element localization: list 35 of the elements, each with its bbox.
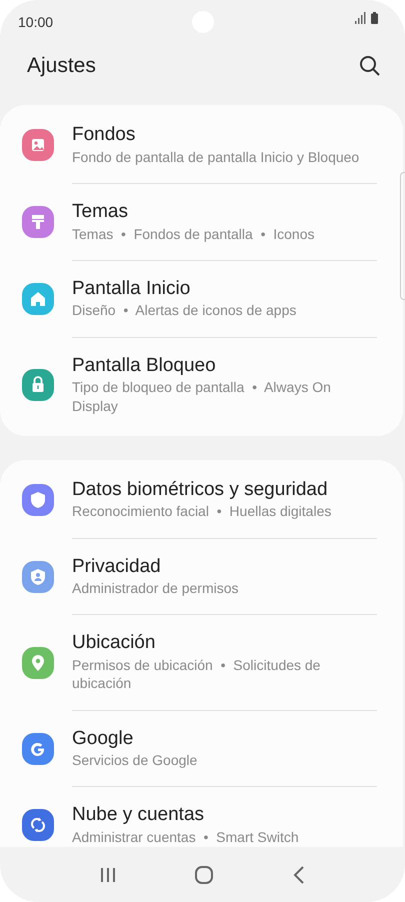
time-text: 10:00 [18, 13, 54, 32]
item-subtitle: Administrador de permisos [72, 579, 240, 598]
item-title: Datos biométricos y seguridad [72, 478, 329, 502]
settings-item[interactable]: Fondos Fondo de pantalla de pantalla Inicio y Bloqueo [0, 107, 403, 184]
item-title: Nube y cuentas [72, 803, 206, 828]
recent-apps-icon[interactable] [98, 866, 117, 884]
page-title: Ajustes [27, 53, 96, 80]
item-subtitle: Servicios de Google [72, 751, 198, 770]
item-subtitle: Reconocimiento facial • Huellas digitales [72, 502, 332, 521]
item-title: Privacidad [72, 554, 162, 579]
item-title: Pantalla Bloqueo [72, 354, 217, 378]
item-subtitle: Fondo de pantalla de pantalla Inicio y Bloqueo [72, 148, 360, 166]
settings-item[interactable]: Pantalla Inicio Diseño • Alertas de iconos de apps [0, 260, 403, 338]
item-subtitle: Administrar cuentas • Smart Switch [72, 828, 300, 846]
battery-icon [371, 12, 378, 24]
settings-item[interactable]: Temas Temas • Fondos de pantalla • Iconos [0, 184, 403, 261]
item-subtitle: Permisos de ubicación • Solicitudes de ubicación [72, 656, 322, 692]
item-title: Fondos [72, 123, 136, 147]
home-button-icon[interactable] [194, 864, 214, 884]
settings-item[interactable]: Datos biométricos y seguridad Reconocimiento facial • Huellas digitales [0, 462, 403, 539]
item-title: Ubicación [72, 631, 156, 656]
item-subtitle: Tipo de bloqueo de pantalla • Always On Display [72, 378, 332, 415]
item-title: Pantalla Inicio [72, 276, 192, 301]
settings-item[interactable]: Ubicación Permisos de ubicación • Solicitudes de ubicación [0, 615, 403, 710]
search-icon[interactable] [359, 55, 381, 77]
back-icon[interactable] [292, 864, 306, 884]
settings-item[interactable]: Google Servicios de Google [0, 710, 403, 788]
item-title: Google [72, 726, 134, 750]
item-subtitle: Temas • Fondos de pantalla • Iconos [72, 224, 316, 243]
settings-item[interactable]: Nube y cuentas Administrar cuentas • Smart Switch [0, 787, 403, 847]
item-title: Temas [72, 200, 129, 224]
settings-item[interactable]: Pantalla Bloqueo Tipo de bloqueo de pantalla • Always On Display [0, 338, 403, 432]
settings-item[interactable]: Privacidad Administrador de permisos [0, 538, 403, 616]
item-subtitle: Diseño • Alertas de iconos de apps [72, 301, 298, 320]
signal-icon [355, 12, 366, 24]
